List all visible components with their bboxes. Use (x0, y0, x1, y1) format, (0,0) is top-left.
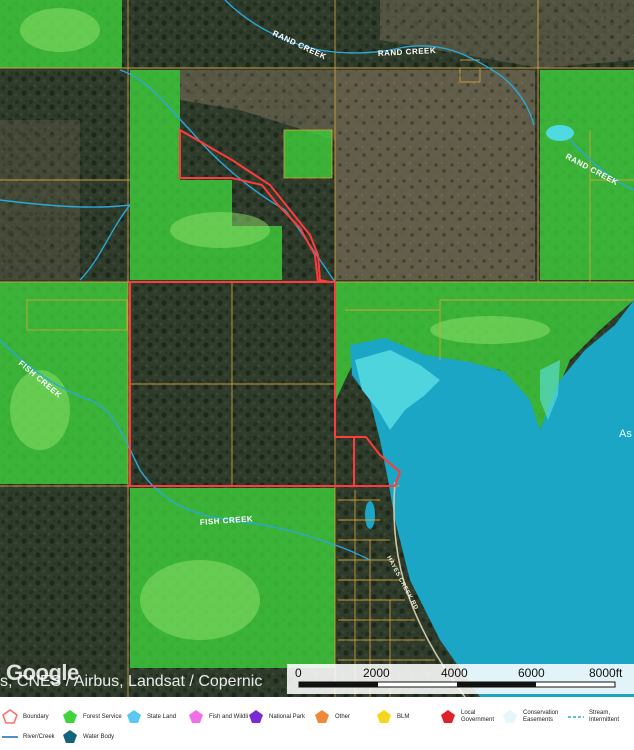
legend-label: Forest Service (83, 713, 122, 720)
legend-label: National Park (269, 713, 306, 720)
legend-label: Stream, Intermittent (589, 710, 620, 723)
clearing-area (0, 120, 80, 280)
legend-label: Conservation Easements (523, 710, 559, 723)
legend-item-water-body[interactable]: Water Body (60, 727, 114, 747)
river-creek-icon (2, 736, 18, 738)
scale-bar: 0 2000 4000 6000 8000ft (287, 664, 634, 694)
scale-bar-graphic (298, 681, 616, 688)
fish-wildlife-icon (189, 710, 203, 723)
legend-label: River/Creek (23, 733, 55, 740)
legend-item-river-creek[interactable]: River/Creek (0, 727, 55, 747)
legend-label: State Land (147, 713, 177, 720)
legend-item-local-government[interactable]: Local Government (438, 707, 497, 727)
map-attribution: s, CNES / Airbus, Landsat / Copernic (0, 673, 263, 690)
pond (365, 501, 375, 529)
legend-item-state-land[interactable]: State Land (124, 707, 176, 727)
legend-label: BLM (397, 713, 410, 720)
legend-item-boundary[interactable]: Boundary (0, 707, 49, 727)
map-legend: Boundary Forest Service State Land Fish … (0, 697, 634, 750)
legend-item-stream-intermittent[interactable]: Stream, Intermittent (566, 707, 631, 727)
legend-item-conservation-easements[interactable]: Conservation Easements (500, 707, 561, 727)
legend-item-national-park[interactable]: National Park (246, 707, 305, 727)
local-government-icon (441, 710, 455, 723)
legend-label: Other (335, 713, 351, 720)
satellite-map: RAND CREEK RAND CREEK RAND CREEK FISH CR… (0, 0, 634, 697)
map-canvas[interactable]: RAND CREEK RAND CREEK RAND CREEK FISH CR… (0, 0, 634, 697)
forest-service-icon (63, 710, 77, 723)
legend-item-other[interactable]: Other (312, 707, 350, 727)
national-park-icon (249, 710, 263, 723)
clearing-area (335, 70, 535, 280)
legend-label: Water Body (83, 733, 115, 740)
stream-intermittent-icon (568, 716, 584, 718)
conservation-easements-icon (503, 710, 517, 723)
legend-label: Fish and Wildli (209, 713, 249, 720)
legend-item-blm[interactable]: BLM (374, 707, 409, 727)
pond (546, 125, 574, 141)
legend-item-fish-wildlife[interactable]: Fish and Wildli (186, 707, 248, 727)
legend-label: Local Government (461, 710, 495, 723)
legend-label: Boundary (23, 713, 49, 720)
other-icon (315, 710, 329, 723)
state-land-icon (127, 710, 141, 723)
boundary-icon (2, 709, 18, 724)
water-body-icon (63, 730, 77, 743)
blm-icon (377, 710, 391, 723)
legend-item-forest-service[interactable]: Forest Service (60, 707, 122, 727)
lake-label: As (619, 428, 632, 440)
